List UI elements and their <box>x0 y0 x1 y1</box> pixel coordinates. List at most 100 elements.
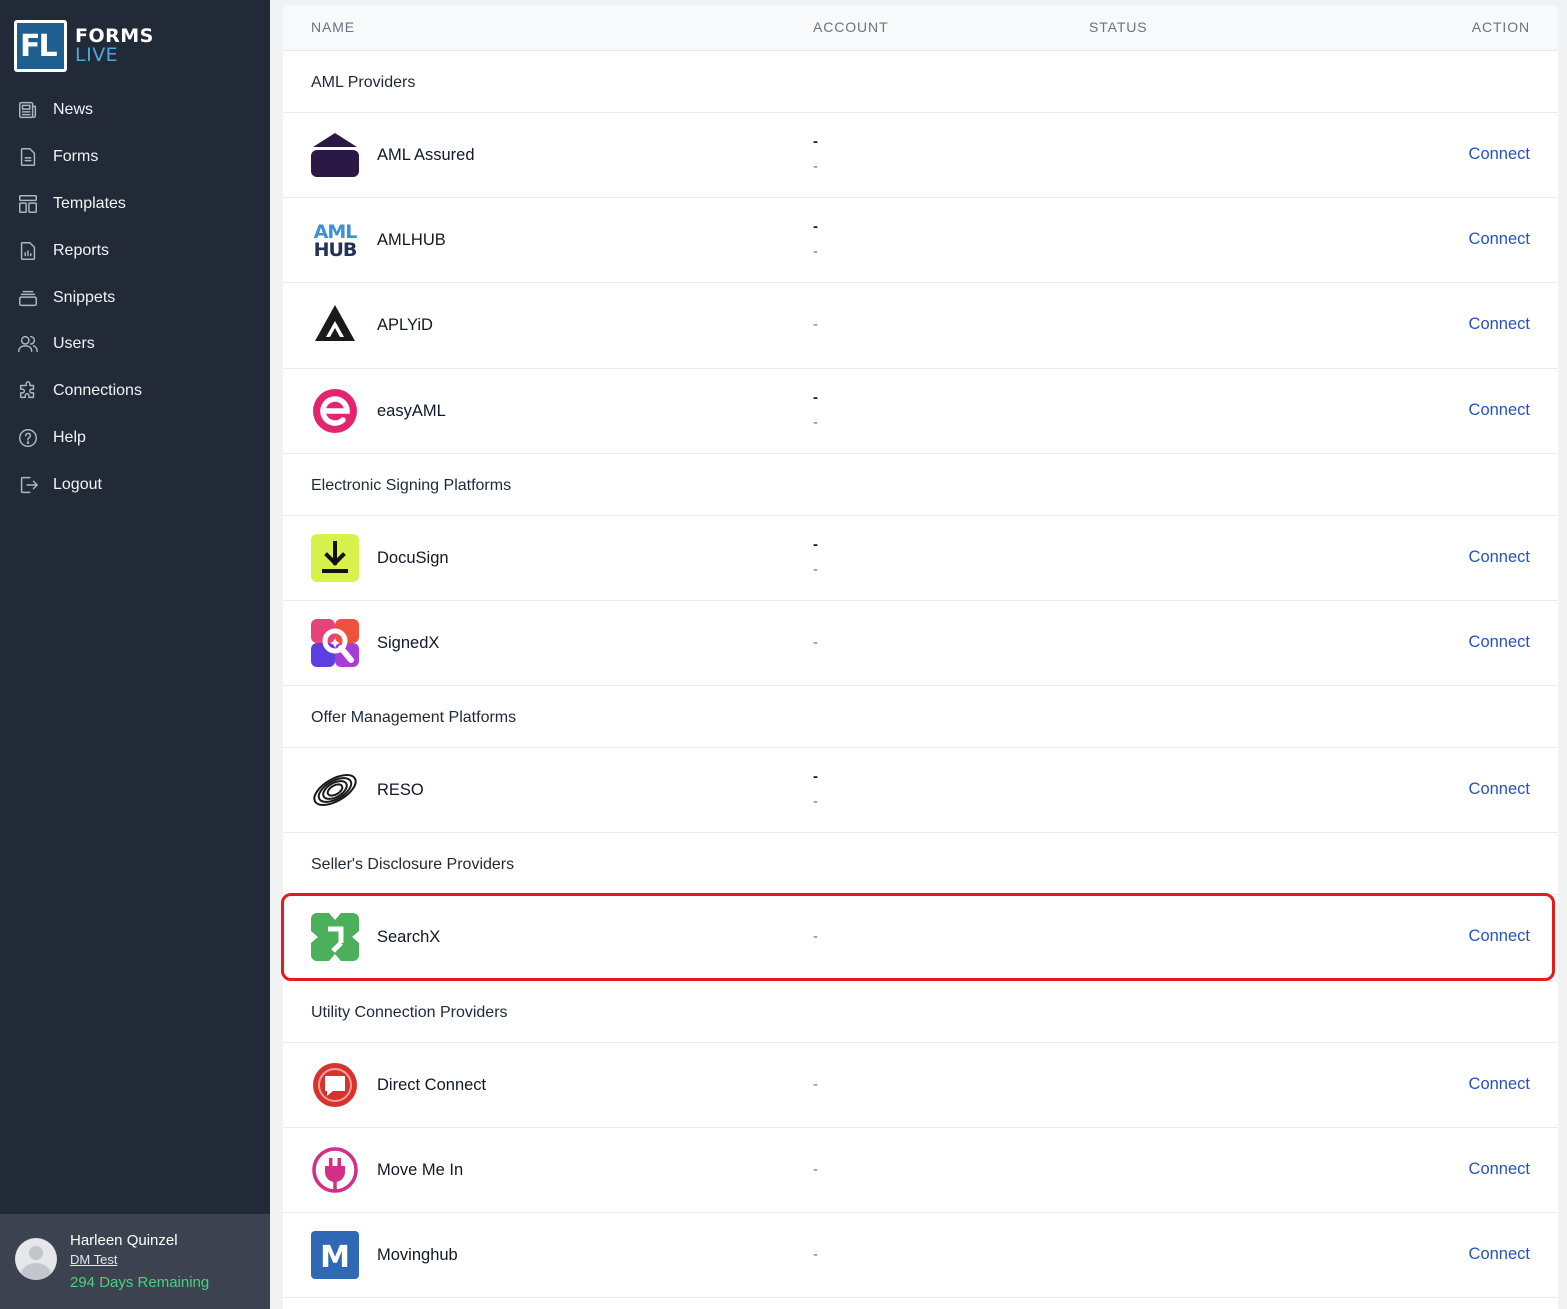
subscription-days-remaining: 294 Days Remaining <box>70 1274 210 1291</box>
sidebar-item-label: Snippets <box>53 288 116 306</box>
sidebar-item-label: Templates <box>53 194 126 212</box>
account-value: - <box>813 1245 818 1263</box>
provider-name: Movinghub <box>377 1245 458 1264</box>
document-icon <box>16 145 40 169</box>
connect-button[interactable]: Connect <box>1469 1075 1530 1094</box>
move-me-in-logo <box>312 1146 358 1193</box>
account-value: - <box>813 413 818 431</box>
sidebar-item-logout[interactable]: Logout <box>0 461 270 508</box>
account-value: - <box>813 1075 818 1093</box>
sidebar-item-news[interactable]: News <box>0 87 270 134</box>
group-header: Offer Management Platforms <box>283 686 1558 749</box>
table-row: Direct Connect - Connect <box>283 1043 1558 1128</box>
newspaper-icon <box>16 98 40 122</box>
table-row: AML Assured - - Connect <box>283 113 1558 199</box>
group-header: Utility Connection Providers <box>283 981 1558 1043</box>
avatar[interactable] <box>15 1238 57 1280</box>
table-row: RESO - - Connect <box>283 748 1558 834</box>
sidebar-item-label: Forms <box>53 148 99 166</box>
group-header: Electronic Signing Platforms <box>283 454 1558 516</box>
account-value: - <box>813 133 818 150</box>
group-title: Electronic Signing Platforms <box>311 476 512 494</box>
direct-connect-logo <box>313 1062 357 1107</box>
main-content: NAME ACCOUNT STATUS ACTION AML Providers… <box>270 0 1567 1309</box>
amlhub-logo: AML HUB <box>314 221 359 261</box>
signedx-logo <box>311 618 359 667</box>
table-row: SignedX - Connect <box>283 601 1558 687</box>
account-value: - <box>813 243 818 261</box>
sidebar-item-label: Connections <box>53 382 142 400</box>
column-header-action: ACTION <box>1471 19 1530 35</box>
provider-name: SearchX <box>377 928 441 947</box>
account-value: - <box>813 560 818 578</box>
provider-name: Move Me In <box>377 1160 464 1179</box>
connect-button[interactable]: Connect <box>1469 1245 1530 1264</box>
account-value: - <box>813 1160 818 1178</box>
sidebar-item-reports[interactable]: Reports <box>0 227 270 274</box>
sidebar-item-users[interactable]: Users <box>0 321 270 368</box>
logo-mark: FL <box>14 20 67 72</box>
sidebar-item-connections[interactable]: Connections <box>0 368 270 415</box>
svg-text:M: M <box>320 1240 350 1275</box>
connect-button[interactable]: Connect <box>1469 780 1530 799</box>
connect-button[interactable]: Connect <box>1469 230 1530 249</box>
provider-name: AMLHUB <box>377 231 446 250</box>
connect-button[interactable]: Connect <box>1469 633 1530 652</box>
logo-line-2: LIVE <box>75 44 119 66</box>
sidebar-item-forms[interactable]: Forms <box>0 134 270 181</box>
table-header: NAME ACCOUNT STATUS ACTION <box>283 5 1558 51</box>
account-value: - <box>813 388 818 406</box>
aml-assured-logo <box>311 133 359 177</box>
sidebar-item-label: Reports <box>53 241 110 259</box>
provider-name: DocuSign <box>377 548 449 567</box>
account-value: - <box>813 633 818 651</box>
users-icon <box>16 332 40 356</box>
searchx-logo <box>311 913 359 962</box>
provider-name: easyAML <box>377 401 446 420</box>
sidebar-nav: News Forms Templates Reports Snippets Us… <box>0 87 270 508</box>
group-header: Seller's Disclosure Providers <box>283 833 1558 896</box>
sidebar-item-templates[interactable]: Templates <box>0 181 270 228</box>
group-header: AML Providers <box>283 51 1558 113</box>
aplyid-logo <box>315 305 355 342</box>
sidebar-item-label: News <box>53 101 94 119</box>
puzzle-icon <box>16 379 40 403</box>
provider-name: RESO <box>377 781 424 800</box>
sidebar-item-snippets[interactable]: Snippets <box>0 274 270 321</box>
connect-button[interactable]: Connect <box>1469 145 1530 164</box>
logo-wordmark: FORMS LIVE <box>75 27 154 65</box>
connect-button[interactable]: Connect <box>1469 1160 1530 1179</box>
group-title: AML Providers <box>311 74 416 91</box>
help-icon <box>16 426 40 450</box>
reso-logo <box>313 774 357 807</box>
group-title: Seller's Disclosure Providers <box>311 856 515 874</box>
svg-text:HUB: HUB <box>314 239 357 261</box>
stack-icon <box>16 286 40 310</box>
docusign-logo <box>311 533 359 582</box>
user-org-link[interactable]: DM Test <box>70 1252 117 1267</box>
table-row: DocuSign - - Connect <box>283 516 1558 601</box>
forms-live-logo[interactable]: FL FORMS LIVE <box>14 20 154 72</box>
sidebar-item-help[interactable]: Help <box>0 415 270 462</box>
account-value: - <box>813 218 818 236</box>
connections-table: NAME ACCOUNT STATUS ACTION AML Providers… <box>283 5 1558 1309</box>
column-header-status: STATUS <box>1089 19 1148 35</box>
easyaml-logo <box>313 388 357 433</box>
report-icon <box>16 239 40 263</box>
table-row: Move Me In - Connect <box>283 1128 1558 1213</box>
table-row: easyAML - - Connect <box>283 369 1558 454</box>
sidebar-item-label: Users <box>53 335 95 353</box>
connect-button[interactable]: Connect <box>1469 315 1530 334</box>
connect-button[interactable]: Connect <box>1469 927 1530 946</box>
account-value: - <box>813 928 818 946</box>
provider-name: SignedX <box>377 633 440 652</box>
connect-button[interactable]: Connect <box>1469 548 1530 567</box>
table-row: SearchX - Connect <box>283 895 1558 981</box>
group-title: Offer Management Platforms <box>311 709 517 727</box>
table-row: AML HUB AMLHUB - - Connect <box>283 198 1558 284</box>
sidebar-item-label: Logout <box>53 475 102 493</box>
column-header-name: NAME <box>311 19 356 35</box>
account-value: - <box>813 793 818 811</box>
movinghub-logo: M <box>311 1230 359 1279</box>
connect-button[interactable]: Connect <box>1469 401 1530 420</box>
